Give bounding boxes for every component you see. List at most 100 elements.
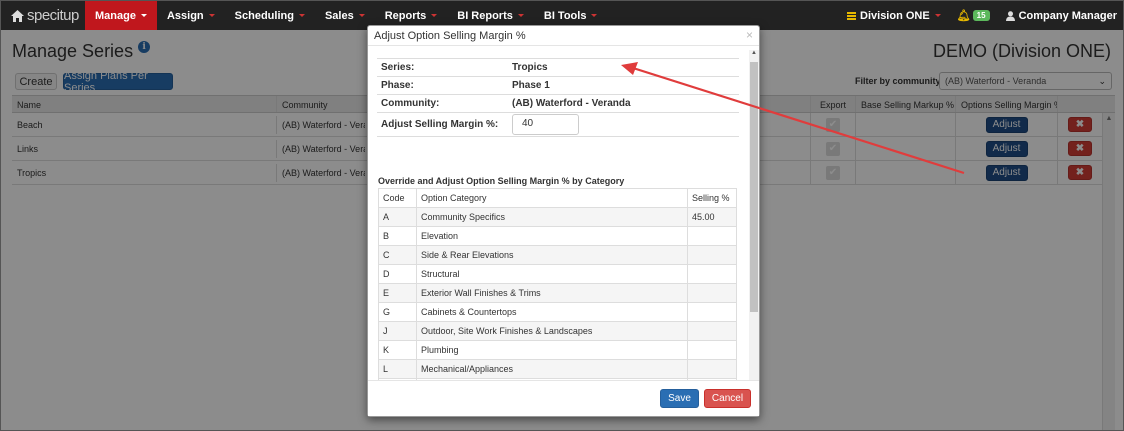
dialog-body: Series: Tropics Phase: Phase 1 Community… — [368, 46, 747, 398]
category-table-header: Code Option Category Selling % — [379, 189, 736, 208]
category-row: G Cabinets & Countertops — [379, 303, 736, 322]
category-code: A — [379, 208, 417, 226]
category-selling-input[interactable] — [688, 246, 736, 264]
series-row: Series: Tropics — [377, 58, 739, 76]
division-label: Division ONE — [860, 9, 930, 22]
category-name: Exterior Wall Finishes & Trims — [417, 284, 688, 302]
category-row: C Side & Rear Elevations — [379, 246, 736, 265]
category-selling-input[interactable] — [688, 303, 736, 321]
category-code: E — [379, 284, 417, 302]
category-name: Community Specifics — [417, 208, 688, 226]
scroll-thumb[interactable] — [750, 62, 758, 312]
header-category: Option Category — [417, 189, 688, 207]
dialog-footer: Save Cancel — [368, 380, 759, 416]
nav-sales-label: Sales — [324, 9, 354, 22]
nav-scheduling[interactable]: Scheduling — [225, 1, 315, 30]
category-row: K Plumbing — [379, 341, 736, 360]
series-value: Tropics — [512, 62, 548, 73]
category-name: Outdoor, Site Work Finishes & Landscapes — [417, 322, 688, 340]
cancel-button[interactable]: Cancel — [704, 389, 751, 408]
category-section-title: Override and Adjust Option Selling Margi… — [378, 176, 625, 186]
close-icon[interactable]: × — [746, 28, 753, 42]
nav-assign[interactable]: Assign — [157, 1, 225, 30]
save-button[interactable]: Save — [660, 389, 699, 408]
category-rows: A Community Specifics 45.00 B Elevation C Side… — [379, 208, 736, 398]
category-code: K — [379, 341, 417, 359]
notification-badge: 15 — [972, 10, 990, 21]
category-row: B Elevation — [379, 227, 736, 246]
caret-down-icon — [431, 14, 438, 17]
category-name: Elevation — [417, 227, 688, 245]
caret-down-icon — [934, 14, 941, 17]
phase-row: Phase: Phase 1 — [377, 76, 739, 94]
nav-bi-tools-label: BI Tools — [543, 9, 587, 22]
category-code: L — [379, 360, 417, 378]
caret-down-icon — [298, 14, 305, 17]
dialog-header: Adjust Option Selling Margin % × — [368, 26, 759, 46]
category-code: C — [379, 246, 417, 264]
category-row: E Exterior Wall Finishes & Trims — [379, 284, 736, 303]
category-selling-input[interactable] — [688, 322, 736, 340]
community-row: Community: (AB) Waterford - Veranda — [377, 94, 739, 112]
user-icon — [1005, 10, 1015, 21]
community-value: (AB) Waterford - Veranda — [512, 98, 631, 109]
category-row: L Mechanical/Appliances — [379, 360, 736, 379]
series-label: Series: — [381, 62, 415, 73]
caret-down-icon — [517, 14, 524, 17]
category-name: Cabinets & Countertops — [417, 303, 688, 321]
scroll-up-icon: ▲ — [751, 50, 757, 56]
bell-icon: 🔔︎ — [956, 10, 971, 22]
community-label: Community: — [381, 98, 440, 109]
phase-label: Phase: — [381, 80, 414, 91]
app-window: specitup Manage Assign Scheduling Sales … — [0, 0, 1124, 431]
nav-assign-label: Assign — [166, 9, 204, 22]
header-code: Code — [379, 189, 417, 207]
nav-manage[interactable]: Manage — [85, 1, 157, 30]
category-selling-input[interactable]: 45.00 — [688, 208, 736, 226]
margin-row: Adjust Selling Margin %: 40 — [377, 112, 739, 137]
category-selling-input[interactable] — [688, 284, 736, 302]
category-selling-input[interactable] — [688, 265, 736, 283]
category-name: Side & Rear Elevations — [417, 246, 688, 264]
nav-manage-label: Manage — [95, 9, 136, 22]
menu-icon — [847, 11, 857, 21]
category-row: A Community Specifics 45.00 — [379, 208, 736, 227]
user-menu[interactable]: Company Manager — [998, 1, 1123, 30]
margin-input[interactable]: 40 — [512, 114, 579, 135]
dialog-scrollbar[interactable]: ▲ ▼ — [749, 50, 759, 400]
caret-down-icon — [591, 14, 598, 17]
category-row: J Outdoor, Site Work Finishes & Landscape… — [379, 322, 736, 341]
dialog-title: Adjust Option Selling Margin % — [374, 30, 526, 42]
brand-logo[interactable]: specitup — [1, 1, 85, 30]
user-name: Company Manager — [1018, 9, 1117, 22]
adjust-margin-dialog: Adjust Option Selling Margin % × Series:… — [367, 25, 760, 417]
home-icon — [11, 9, 24, 22]
category-name: Structural — [417, 265, 688, 283]
category-code: G — [379, 303, 417, 321]
notifications[interactable]: 🔔︎ 15 — [949, 1, 998, 30]
category-selling-input[interactable] — [688, 341, 736, 359]
division-selector[interactable]: Division ONE — [839, 1, 949, 30]
category-code: B — [379, 227, 417, 245]
series-info-table: Series: Tropics Phase: Phase 1 Community… — [377, 58, 739, 137]
margin-label: Adjust Selling Margin %: — [381, 119, 499, 130]
nav-sales[interactable]: Sales — [315, 1, 375, 30]
category-name: Mechanical/Appliances — [417, 360, 688, 378]
caret-down-icon — [358, 14, 365, 17]
nav-scheduling-label: Scheduling — [234, 9, 294, 22]
brand-name: specitup — [27, 7, 79, 24]
category-name: Plumbing — [417, 341, 688, 359]
category-code: D — [379, 265, 417, 283]
nav-bi-reports-label: BI Reports — [457, 9, 513, 22]
category-table: Code Option Category Selling % A Communit… — [378, 188, 737, 398]
category-selling-input[interactable] — [688, 227, 736, 245]
nav-right: Division ONE 🔔︎ 15 Company Manager — [839, 1, 1123, 30]
nav-reports-label: Reports — [384, 9, 427, 22]
caret-down-icon — [208, 14, 215, 17]
phase-value: Phase 1 — [512, 80, 550, 91]
category-selling-input[interactable] — [688, 360, 736, 378]
header-selling: Selling % — [692, 193, 730, 203]
category-row: D Structural — [379, 265, 736, 284]
category-code: J — [379, 322, 417, 340]
caret-down-icon — [140, 14, 147, 17]
